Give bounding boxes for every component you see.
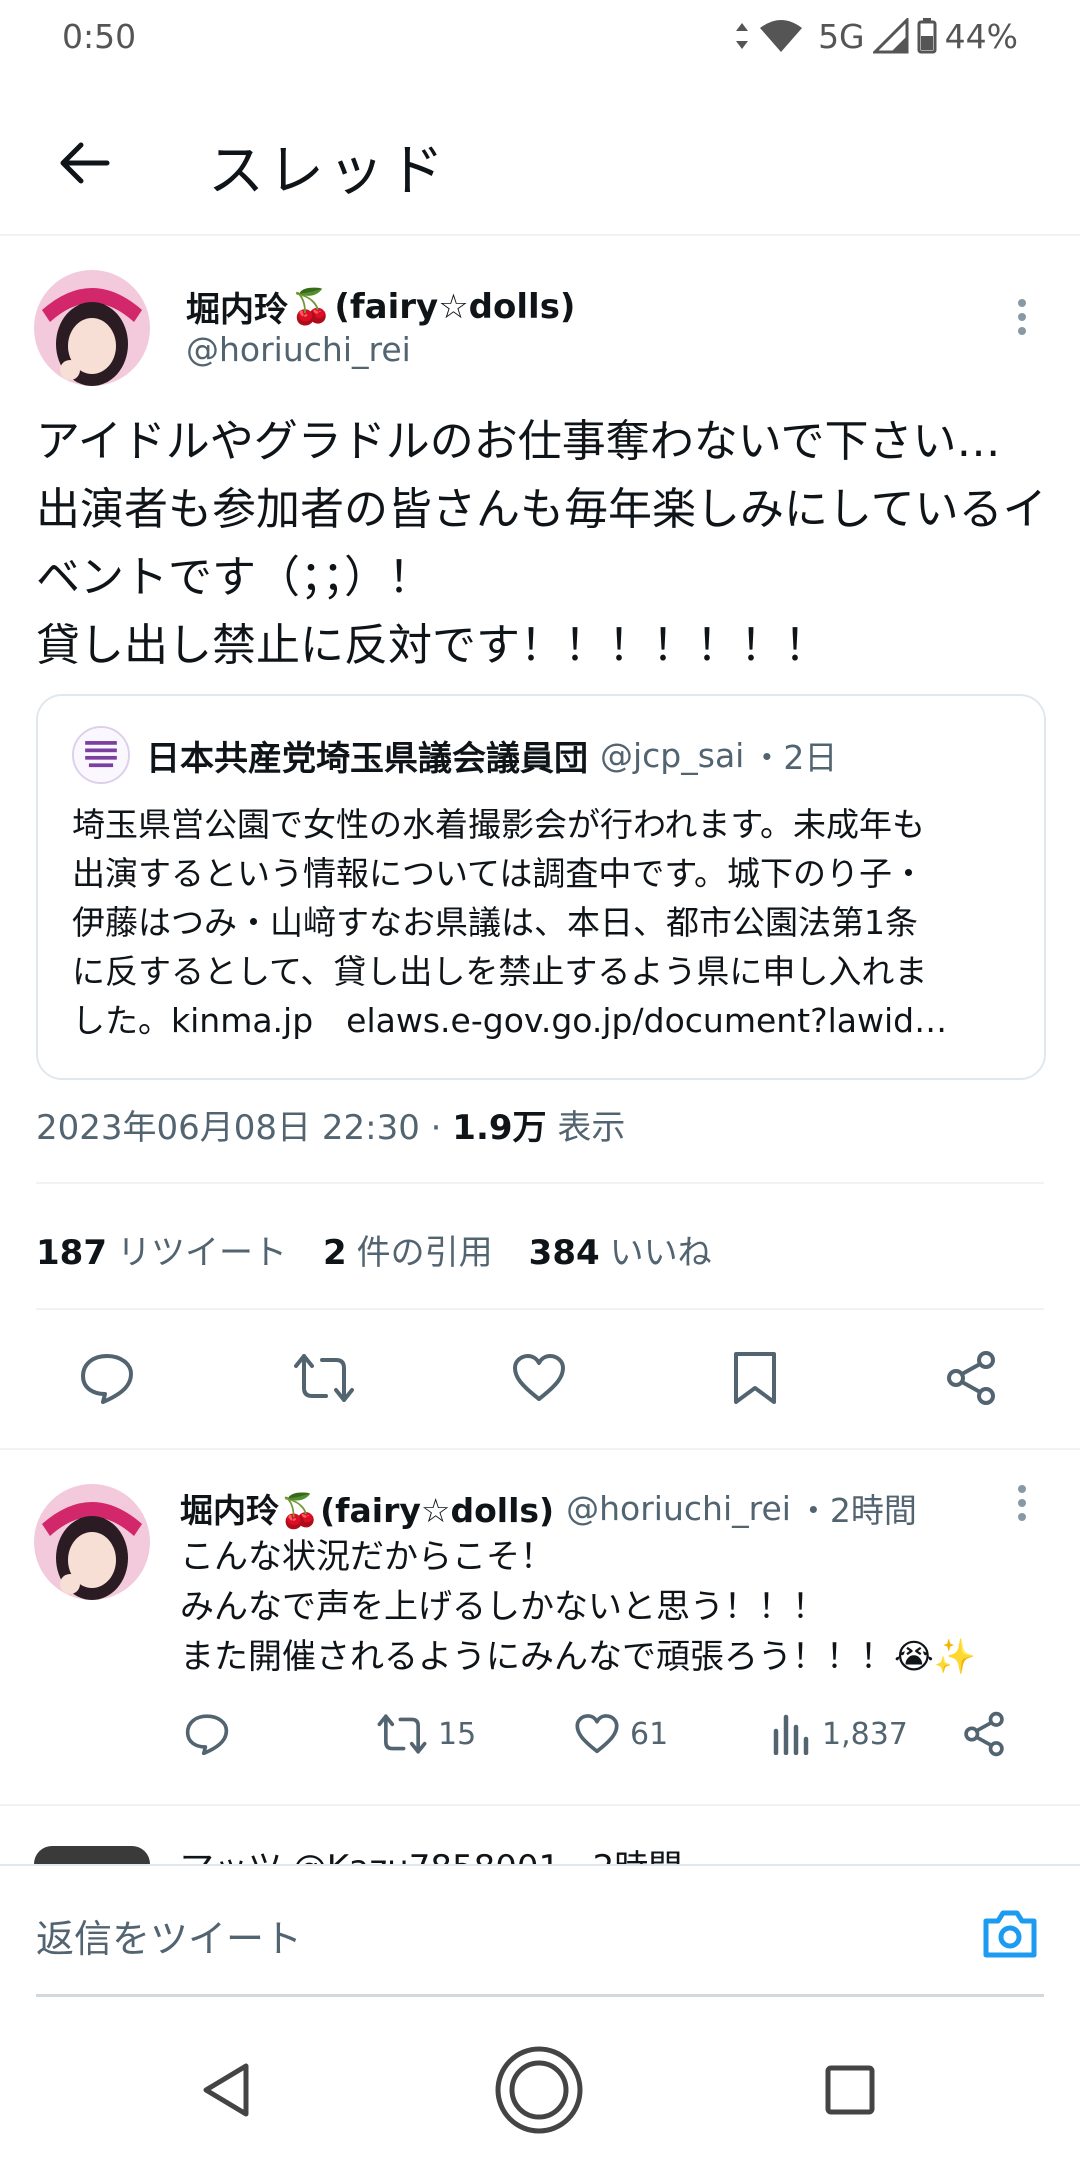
nav-recents-button[interactable]	[800, 2040, 900, 2140]
reply-more-button[interactable]	[1002, 1478, 1042, 1528]
like-button[interactable]	[504, 1343, 574, 1413]
reply-author-name-text: 堀内玲	[180, 1491, 279, 1530]
author-emoji: 🍒	[290, 286, 333, 327]
meta-separator: ·	[419, 1108, 453, 1148]
reply-views-button[interactable]: 1,837	[772, 1706, 908, 1762]
author-handle[interactable]: @horiuchi_rei	[186, 330, 411, 369]
tweet-stats: 187 リツイート 2 件の引用 384 いいね	[36, 1225, 712, 1274]
bookmark-button[interactable]	[720, 1343, 790, 1413]
reply-reply-button[interactable]	[184, 1706, 230, 1762]
status-icons: 5G 44%	[734, 17, 1018, 56]
camera-button[interactable]	[978, 1902, 1042, 1966]
data-arrows-icon	[736, 23, 749, 49]
reply-header[interactable]: 堀内玲🍒(fairy☆dolls) @horiuchi_rei ・2時間	[180, 1484, 917, 1532]
author-name: 堀内玲	[186, 290, 288, 330]
divider	[36, 1308, 1044, 1310]
quotes-label: 件の引用	[356, 1233, 493, 1273]
reply-text: こんな状況だからこそ！ みんなで声を上げるしかないと思う！！！ また開催されるよ…	[180, 1537, 977, 1677]
header: スレッド	[0, 90, 1080, 236]
quoted-avatar	[72, 726, 130, 784]
reply-like-button[interactable]: 61	[574, 1706, 668, 1762]
retweet-icon	[294, 1354, 354, 1402]
views-count: 1.9万	[452, 1108, 547, 1148]
reply-input[interactable]: 返信をツイート	[36, 1908, 302, 1963]
reply-retweet-button[interactable]: 15	[376, 1706, 476, 1762]
quoted-tweet-header: 日本共産党埼玉県議会議員団 @jcp_sai ・2日	[72, 726, 837, 784]
reply-icon	[185, 1714, 229, 1755]
reply-avatar[interactable]	[34, 1484, 150, 1600]
page-title: スレッド	[208, 139, 448, 204]
reply-time: ・2時間	[796, 1491, 917, 1530]
retweet-button[interactable]	[289, 1343, 359, 1413]
like-icon	[513, 1354, 565, 1401]
more-icon	[1018, 299, 1026, 335]
reply-author-emoji: 🍒	[279, 1491, 321, 1530]
divider	[0, 1804, 1080, 1806]
likes-label: いいね	[609, 1233, 712, 1273]
nav-home-icon	[495, 2046, 583, 2134]
like-icon	[575, 1714, 619, 1754]
likes-count: 384	[528, 1233, 600, 1273]
bookmark-icon	[734, 1352, 776, 1404]
reply-like-count: 61	[630, 1716, 669, 1752]
retweet-icon	[377, 1714, 427, 1754]
nav-back-icon	[203, 2063, 249, 2117]
signal-icon	[872, 18, 909, 54]
back-arrow-icon	[60, 142, 110, 184]
wifi-icon	[760, 20, 803, 52]
quotes-stat[interactable]: 2 件の引用	[323, 1225, 493, 1274]
reply-author-handle: @horiuchi_rei	[566, 1488, 791, 1528]
share-icon	[964, 1711, 1004, 1757]
nav-back-button[interactable]	[176, 2040, 276, 2140]
tweet-meta: 2023年06月08日 22:30 · 1.9万 表示	[36, 1100, 625, 1149]
reply-retweet-count: 15	[438, 1716, 477, 1752]
divider	[36, 1182, 1044, 1184]
back-button[interactable]	[50, 128, 120, 198]
nav-home-button[interactable]	[489, 2040, 589, 2140]
reply-share-button[interactable]	[962, 1706, 1006, 1762]
reply-author-name: 堀内玲🍒(fairy☆dolls)	[180, 1484, 554, 1532]
quoted-author-name: 日本共産党埼玉県議会議員団	[146, 738, 588, 779]
compose-underline	[36, 1994, 1044, 1997]
battery-level: 44%	[944, 16, 1018, 56]
next-reply-avatar[interactable]	[34, 1846, 150, 1864]
reply-icon	[81, 1354, 133, 1404]
more-icon	[1018, 1485, 1026, 1521]
tweet-timestamp: 2023年06月08日 22:30	[36, 1108, 420, 1148]
quoted-tweet-text: 埼玉県営公園で女性の水着撮影会が行われます。未成年も 出演するという情報について…	[72, 805, 948, 1040]
tweet-text: アイドルやグラドルのお仕事奪わないで下さい… 出演者も参加者の皆さんも毎年楽しみ…	[36, 416, 1047, 671]
camera-icon	[983, 1910, 1037, 1958]
retweets-stat[interactable]: 187 リツイート	[36, 1225, 287, 1274]
views-label: 表示	[546, 1108, 626, 1148]
retweets-count: 187	[36, 1233, 107, 1273]
likes-stat[interactable]: 384 いいね	[529, 1225, 712, 1274]
retweets-label: リツイート	[116, 1233, 287, 1273]
quoted-tweet[interactable]: 日本共産党埼玉県議会議員団 @jcp_sai ・2日 埼玉県営公園で女性の水着撮…	[36, 694, 1046, 1080]
share-button[interactable]	[936, 1343, 1006, 1413]
status-time: 0:50	[62, 16, 137, 56]
compose-bar: 返信をツイート	[0, 1864, 1080, 2000]
reply-views-count: 1,837	[822, 1716, 908, 1752]
quoted-time: ・2日	[750, 738, 838, 777]
reply-button[interactable]	[72, 1343, 142, 1413]
author-name-row[interactable]: 堀内玲 🍒 (fairy☆dolls)	[186, 282, 575, 331]
share-icon	[947, 1351, 995, 1405]
reply-author-name-suffix: (fairy☆dolls)	[320, 1491, 555, 1530]
quotes-count: 2	[322, 1233, 347, 1273]
status-bar: 0:50 5G 44%	[0, 0, 1080, 72]
author-name-suffix: (fairy☆dolls)	[334, 286, 576, 327]
network-type: 5G	[818, 16, 865, 56]
battery-icon	[917, 18, 937, 54]
views-icon	[773, 1714, 809, 1755]
more-button[interactable]	[1002, 292, 1042, 342]
nav-recents-icon	[825, 2065, 875, 2115]
avatar[interactable]	[34, 270, 150, 386]
quoted-author-handle: @jcp_sai	[600, 735, 745, 775]
divider	[0, 1448, 1080, 1450]
system-nav-bar	[0, 2020, 1080, 2160]
